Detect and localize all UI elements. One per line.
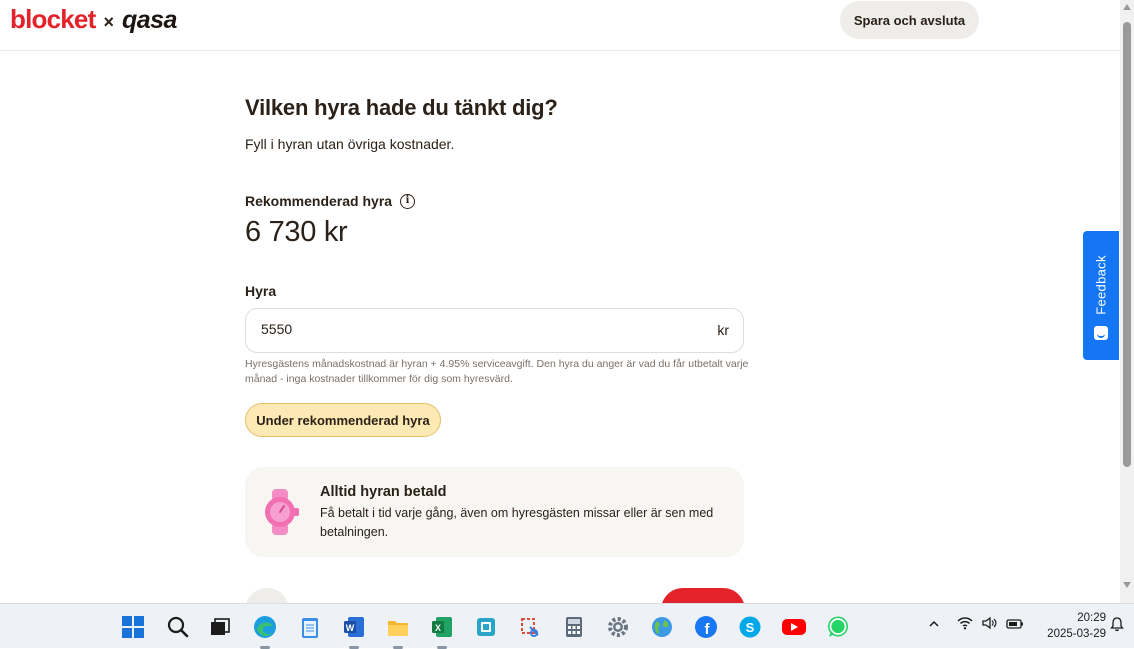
settings-gear-icon[interactable] — [605, 614, 631, 640]
snipping-tool-icon[interactable] — [517, 614, 543, 640]
maps-globe-icon[interactable] — [649, 614, 675, 640]
page-subtitle: Fyll i hyran utan övriga kostnader. — [245, 136, 455, 152]
calculator-icon[interactable] — [561, 614, 587, 640]
clock-time: 20:29 — [1077, 612, 1106, 624]
taskbar: W X f S 20:29 2025-03-29 — [0, 603, 1134, 649]
task-view-icon[interactable] — [207, 614, 233, 640]
qasa-logo: qasa — [121, 6, 177, 34]
search-icon[interactable] — [165, 614, 191, 640]
battery-icon[interactable] — [1006, 617, 1024, 633]
facebook-icon[interactable]: f — [693, 614, 719, 640]
feedback-tab[interactable]: Feedback — [1083, 231, 1119, 360]
scroll-thumb[interactable] — [1123, 22, 1131, 467]
wifi-icon[interactable] — [957, 616, 973, 633]
scroll-down-arrow-icon[interactable] — [1123, 582, 1131, 588]
youtube-icon[interactable] — [781, 614, 807, 640]
info-icon[interactable]: i — [400, 193, 416, 209]
outlook-icon[interactable] — [473, 614, 499, 640]
word-icon[interactable]: W — [341, 614, 367, 649]
clock-date: 2025-03-29 — [1047, 628, 1106, 640]
header: blocket × qasa Spara och avsluta — [0, 0, 1120, 51]
page: blocket × qasa Spara och avsluta Vilken … — [0, 0, 1120, 603]
promo-title: Alltid hyran betald — [320, 484, 447, 500]
svg-text:X: X — [435, 623, 441, 633]
notification-bell-icon[interactable] — [1110, 616, 1124, 635]
chevron-up-icon[interactable] — [928, 617, 940, 633]
rent-input-field[interactable]: kr — [245, 308, 744, 353]
recommended-rent-label-text: Rekommenderad hyra — [245, 193, 393, 209]
volume-icon[interactable] — [982, 616, 998, 633]
rent-status-badge: Under rekommenderad hyra — [245, 403, 441, 437]
recommended-rent-value: 6 730 kr — [245, 216, 348, 248]
feedback-smiley-icon — [1094, 326, 1108, 340]
skype-icon[interactable]: S — [737, 614, 763, 640]
save-and-exit-button[interactable]: Spara och avsluta — [840, 1, 979, 39]
vertical-scrollbar[interactable] — [1120, 0, 1134, 603]
system-clock[interactable]: 20:29 2025-03-29 — [1034, 610, 1106, 642]
svg-text:W: W — [346, 623, 355, 633]
excel-icon[interactable]: X — [429, 614, 455, 649]
next-button[interactable] — [661, 588, 745, 603]
windows-start-icon[interactable] — [120, 614, 146, 640]
rent-currency-suffix: kr — [717, 322, 729, 338]
promo-text: Få betalt i tid varje gång, även om hyre… — [320, 506, 714, 539]
scroll-up-arrow-icon[interactable] — [1123, 4, 1131, 10]
whatsapp-icon[interactable] — [825, 614, 851, 640]
promo-card: Alltid hyran betald Få betalt i tid varj… — [245, 467, 744, 557]
file-explorer-icon[interactable] — [385, 614, 411, 649]
blocket-logo: blocket — [10, 4, 96, 34]
notepad-icon[interactable] — [297, 614, 323, 640]
rent-help-text: Hyresgästens månadskostnad är hyran + 4.… — [245, 358, 749, 385]
page-title: Vilken hyra hade du tänkt dig? — [245, 95, 558, 120]
feedback-label: Feedback — [1093, 255, 1109, 315]
rent-input[interactable] — [261, 321, 681, 337]
svg-text:S: S — [746, 620, 755, 635]
logo[interactable]: blocket × qasa — [10, 4, 177, 35]
watch-icon — [265, 489, 299, 535]
rent-label: Hyra — [245, 283, 277, 299]
recommended-rent-label: Rekommenderad hyra i — [245, 193, 416, 209]
logo-separator: × — [103, 12, 114, 32]
edge-icon[interactable] — [252, 614, 278, 649]
back-button[interactable] — [245, 588, 289, 603]
